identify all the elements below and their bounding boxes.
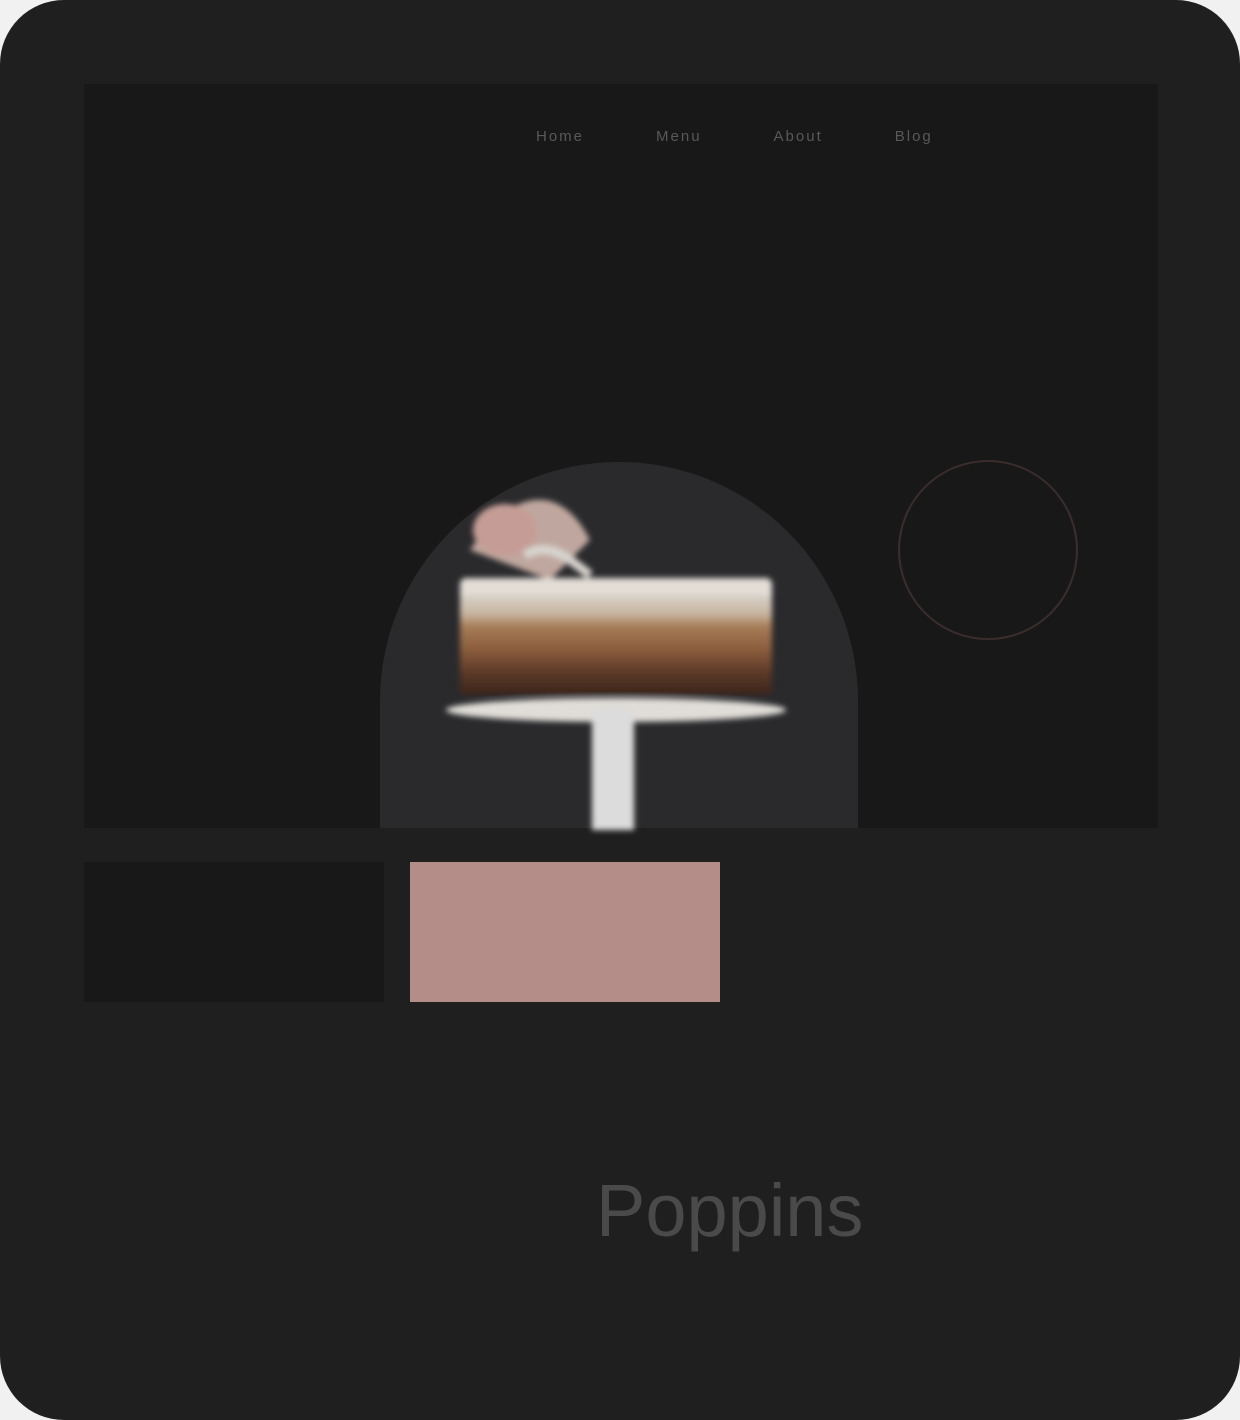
top-nav: Home Menu About Blog (530, 126, 939, 147)
style-guide-frame: Home Menu About Blog Poppins (0, 0, 1240, 1420)
nav-item-about[interactable]: About (768, 126, 829, 147)
color-swatch-dark (84, 862, 384, 1002)
cake-image (446, 499, 786, 830)
font-sample-sans: Poppins (596, 1169, 864, 1252)
nav-item-home[interactable]: Home (530, 126, 590, 147)
nav-item-menu[interactable]: Menu (650, 126, 708, 147)
hero-badge[interactable] (898, 460, 1078, 640)
nav-item-blog[interactable]: Blog (889, 126, 939, 147)
color-swatch-pink (410, 862, 720, 1002)
